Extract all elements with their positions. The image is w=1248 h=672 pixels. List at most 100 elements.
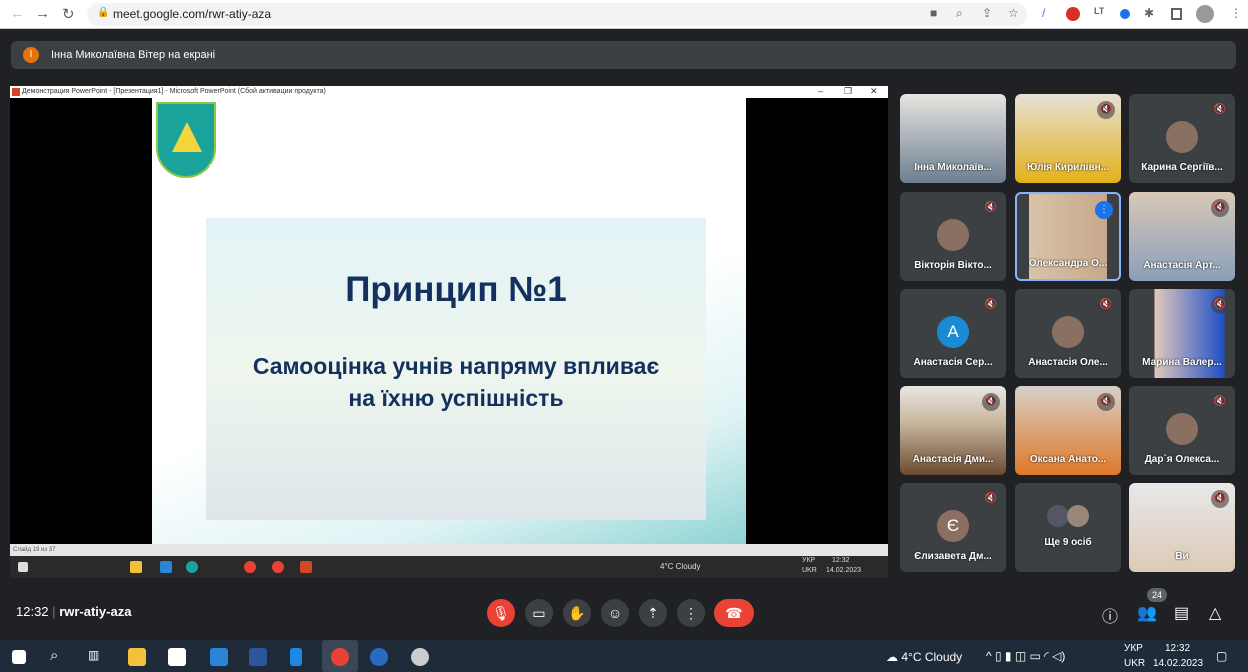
participant-tile[interactable]: 🔇 Анастасія Оле... bbox=[1015, 289, 1121, 378]
presenting-text: Інна Миколаївна Вітер на екрані bbox=[51, 49, 216, 61]
languagetool-extension-icon[interactable]: LT bbox=[1094, 6, 1104, 16]
extension-dot-icon[interactable] bbox=[1120, 9, 1130, 19]
address-bar[interactable]: 🔒 meet.google.com/rwr-atiy-aza bbox=[87, 3, 1027, 26]
mic-off-icon: 🔇 bbox=[982, 490, 1000, 508]
slide: 1874 Принцип №1 Самооцінка учнів напряму… bbox=[152, 98, 746, 544]
participant-name: Олександра О... bbox=[1028, 258, 1108, 269]
participant-tile[interactable]: Ще 9 осіб bbox=[1015, 483, 1121, 572]
participant-tile[interactable]: ⋮ Олександра О... bbox=[1015, 192, 1121, 281]
lang: УКР bbox=[802, 557, 816, 564]
logo-year: 1874 bbox=[208, 164, 220, 170]
app-icon[interactable] bbox=[290, 648, 302, 666]
participant-tile[interactable]: 🔇 Ви bbox=[1129, 483, 1235, 572]
more-options-button[interactable]: ⋮ bbox=[677, 599, 705, 627]
back-button[interactable]: ← bbox=[10, 5, 25, 22]
mail-icon bbox=[160, 561, 172, 573]
participant-tile[interactable]: 🔇 Анастасія Дми... bbox=[900, 386, 1006, 475]
lang-code: UKR bbox=[1124, 658, 1146, 669]
participant-tile[interactable]: 🔇 Дар`я Олекса... bbox=[1129, 386, 1235, 475]
participant-avatar: А bbox=[937, 316, 969, 348]
meeting-info: 12:32 | rwr-atiy-aza bbox=[16, 604, 132, 619]
emoji-button[interactable]: ☺ bbox=[601, 599, 629, 627]
extensions-puzzle-icon[interactable]: ✱ bbox=[1144, 6, 1154, 20]
participant-name: Вікторія Вікто... bbox=[914, 260, 992, 271]
forward-button[interactable]: → bbox=[35, 5, 50, 22]
tray-icons[interactable]: ^ ▯ ▮ ◫ ▭ ◜ ◁) bbox=[986, 649, 1065, 663]
participant-name: Анастасія Дми... bbox=[912, 454, 994, 465]
info-button[interactable]: ⓘ bbox=[1102, 603, 1118, 627]
menu-kebab-icon[interactable]: ⋮ bbox=[1230, 6, 1242, 20]
mic-off-icon: 🔇 bbox=[982, 296, 1000, 314]
shared-screen: Демонстрация PowerPoint - [Презентация1]… bbox=[10, 86, 888, 578]
profile-avatar[interactable] bbox=[1196, 5, 1214, 23]
participant-name: Єлизавета Дм... bbox=[914, 551, 992, 562]
participant-tile[interactable]: А 🔇 Анастасія Сер... bbox=[900, 289, 1006, 378]
participant-avatar: Є bbox=[937, 510, 969, 542]
meeting-code: rwr-atiy-aza bbox=[59, 604, 132, 619]
search-icon[interactable]: ⌕ bbox=[50, 647, 58, 664]
participant-name: Оксана Анато... bbox=[1029, 454, 1107, 465]
present-button[interactable]: ⇡ bbox=[639, 599, 667, 627]
participant-tile[interactable]: Інна Миколаїв... bbox=[900, 94, 1006, 183]
participant-name: Анастасія Сер... bbox=[913, 357, 993, 368]
leave-call-button[interactable]: ☎ bbox=[714, 599, 754, 627]
participant-tile[interactable]: 🔇 Юлія Кирилівн... bbox=[1015, 94, 1121, 183]
notifications-icon[interactable]: ▢ bbox=[1216, 649, 1227, 663]
mic-off-icon: 🔇 bbox=[1097, 393, 1115, 411]
task-view-icon[interactable]: ▥ bbox=[88, 648, 99, 662]
activities-button[interactable]: △ bbox=[1209, 603, 1221, 623]
participant-tile[interactable]: 🔇 Вікторія Вікто... bbox=[900, 192, 1006, 281]
sidepanel-icon[interactable] bbox=[1171, 8, 1182, 20]
participant-tile[interactable]: Є 🔇 Єлизавета Дм... bbox=[900, 483, 1006, 572]
camera-icon[interactable]: ■ bbox=[930, 6, 937, 20]
participant-name: Юлія Кирилівн... bbox=[1027, 162, 1109, 173]
participant-tile[interactable]: 🔇 Анастасія Арт... bbox=[1129, 192, 1235, 281]
camera-button[interactable]: ▭ bbox=[525, 599, 553, 627]
slide-title: Принцип №1 bbox=[345, 270, 567, 309]
windows-start-icon[interactable] bbox=[12, 650, 26, 664]
mic-off-icon: 🔇 bbox=[1211, 393, 1229, 411]
url-text: meet.google.com/rwr-atiy-aza bbox=[113, 7, 272, 21]
participant-tile[interactable]: 🔇 Оксана Анато... bbox=[1015, 386, 1121, 475]
store-icon[interactable] bbox=[168, 648, 186, 666]
presenting-banner: І Інна Миколаївна Вітер на екрані bbox=[11, 41, 1236, 69]
participant-name: Анастасія Оле... bbox=[1028, 357, 1108, 368]
slide-card: Принцип №1 Самооцінка учнів напряму впли… bbox=[206, 218, 706, 520]
window-title: Демонстрация PowerPoint - [Презентация1]… bbox=[22, 88, 326, 95]
powerpoint-icon bbox=[12, 88, 20, 96]
mic-off-icon: 🔇 bbox=[1211, 101, 1229, 119]
raise-hand-button[interactable]: ✋ bbox=[563, 599, 591, 627]
word-icon[interactable] bbox=[249, 648, 267, 666]
mail-icon[interactable] bbox=[210, 648, 228, 666]
bookmark-star-icon[interactable]: ☆ bbox=[1008, 6, 1019, 20]
weather-text: 4°C Cloudy bbox=[901, 650, 963, 664]
mic-off-icon: 🔇 bbox=[1211, 199, 1229, 217]
clock: 12:32 bbox=[832, 557, 850, 564]
zoom-icon[interactable]: ⌕ bbox=[956, 6, 963, 21]
slide-counter: Слайд 19 из 37 bbox=[13, 547, 56, 553]
lang-indicator[interactable]: УКР bbox=[1124, 643, 1143, 654]
file-explorer-icon[interactable] bbox=[128, 648, 146, 666]
mic-off-button[interactable]: 🎙 bbox=[487, 599, 515, 627]
chrome-icon[interactable] bbox=[331, 648, 349, 666]
participant-tile[interactable]: 🔇 Марина Валер... bbox=[1129, 289, 1235, 378]
clock[interactable]: 12:32 bbox=[1165, 643, 1190, 654]
chat-button[interactable]: ▤ bbox=[1174, 603, 1189, 623]
reload-button[interactable]: ↻ bbox=[62, 5, 75, 23]
participant-name: Дар`я Олекса... bbox=[1144, 454, 1220, 465]
participant-tile[interactable]: 🔇 Карина Сергіїв... bbox=[1129, 94, 1235, 183]
webex-icon[interactable] bbox=[370, 648, 388, 666]
pen-extension-icon[interactable]: / bbox=[1042, 6, 1045, 20]
mic-off-icon: 🔇 bbox=[1211, 296, 1229, 314]
adblock-extension-icon[interactable] bbox=[1066, 7, 1080, 21]
participant-name: Анастасія Арт... bbox=[1143, 260, 1221, 271]
participant-avatar bbox=[1166, 413, 1198, 445]
restore-icon: ❐ bbox=[844, 86, 853, 96]
paint-icon[interactable] bbox=[411, 648, 429, 666]
share-icon[interactable]: ⇪ bbox=[982, 6, 992, 20]
meeting-time: 12:32 bbox=[16, 604, 49, 619]
participant-avatar bbox=[1166, 121, 1198, 153]
start-icon bbox=[18, 562, 28, 572]
people-button[interactable]: 👥 bbox=[1137, 603, 1157, 623]
weather-widget[interactable]: ☁ 4°C Cloudy bbox=[886, 650, 962, 664]
